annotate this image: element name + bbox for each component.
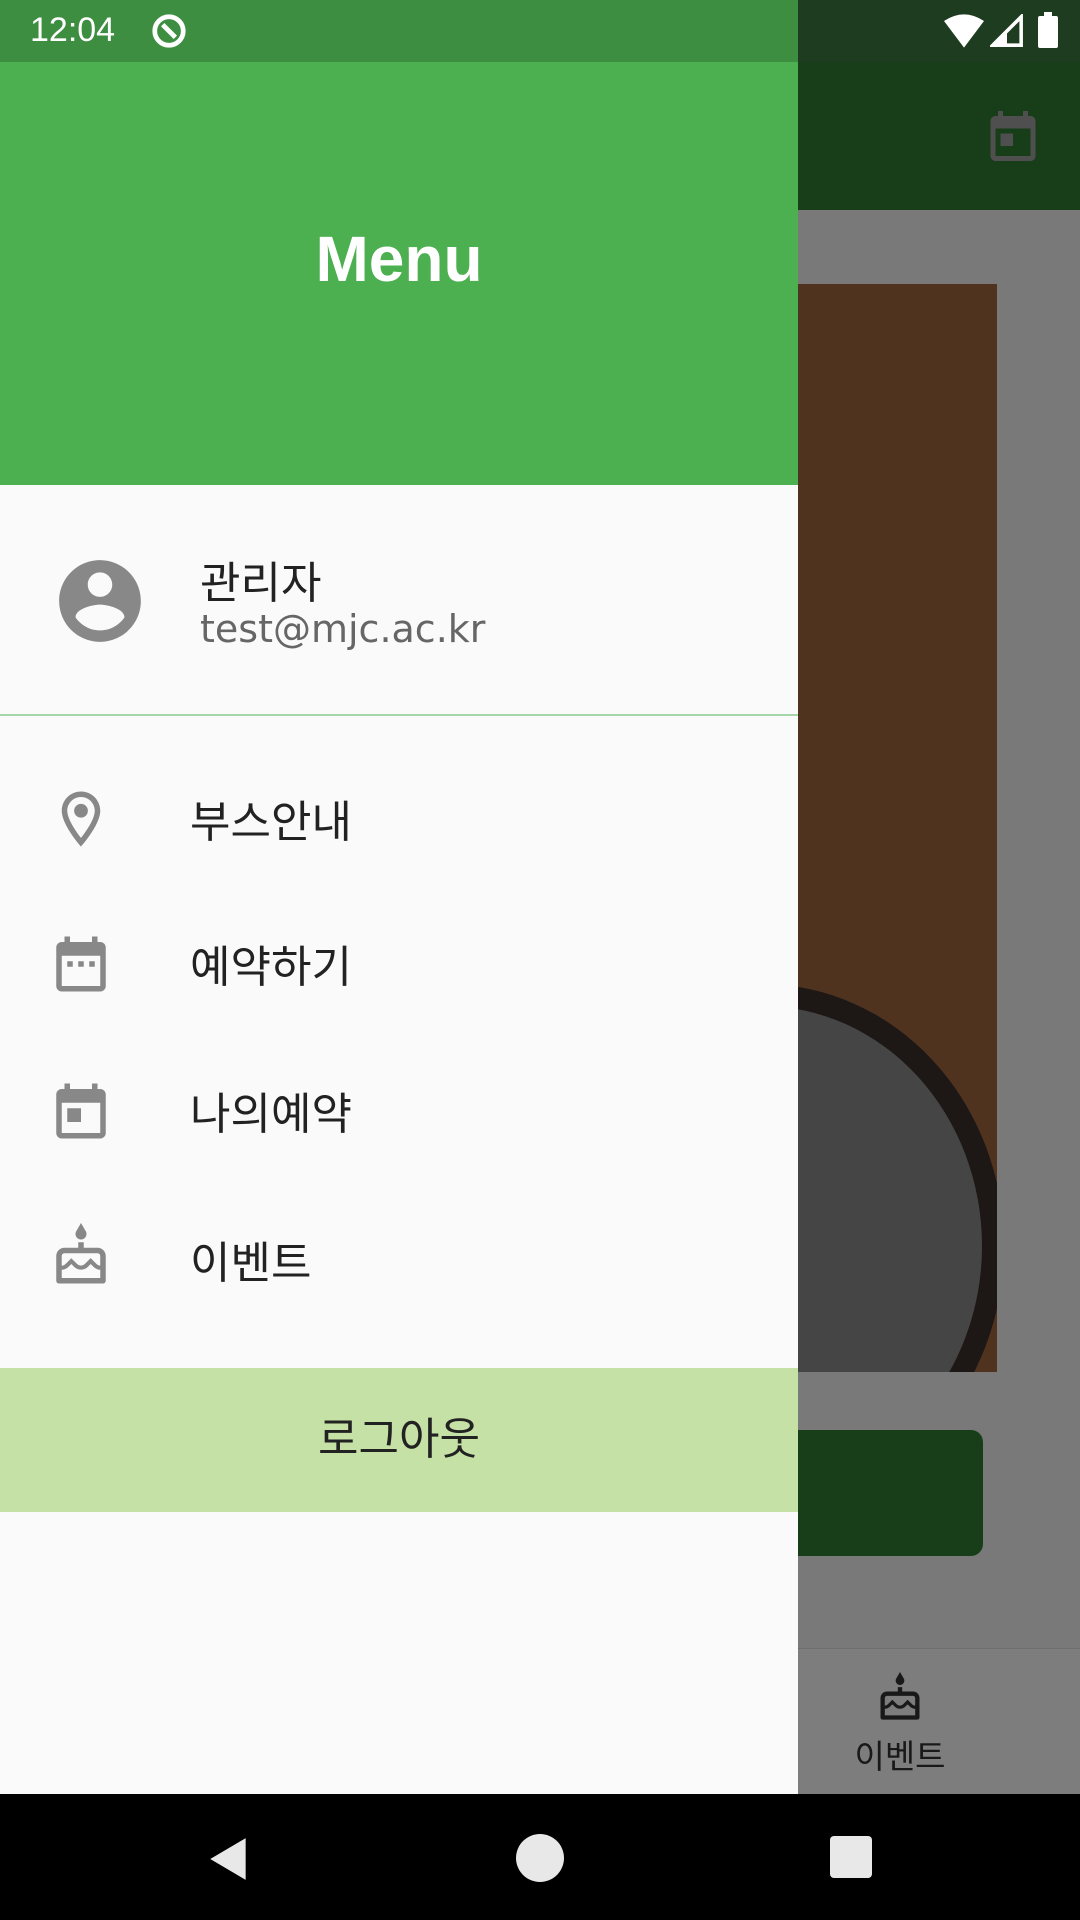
account-circle-icon [59,560,141,642]
menu-item-event[interactable]: 이벤트 [0,1185,798,1331]
back-icon[interactable] [204,1834,254,1884]
menu-item-label: 예약하기 [190,942,352,993]
calendar-event-icon [56,1083,106,1139]
menu-item-reserve[interactable]: 예약하기 [0,891,798,1037]
menu-item-label: 이벤트 [190,1238,312,1289]
logout-label: 로그아웃 [318,1415,480,1464]
drawer-header: Menu [0,62,798,485]
signal-icon [990,14,1023,47]
profile-name: 관리자 [200,558,322,609]
menu-item-booth-guide[interactable]: 부스안내 [0,744,798,890]
profile-email: test@mjc.ac.kr [200,607,486,651]
app-notification-icon [152,14,186,48]
cake-icon [56,1223,106,1284]
battery-icon [1038,12,1058,48]
status-time: 12:04 [30,11,116,49]
recent-apps-icon[interactable] [830,1836,872,1878]
logout-button[interactable]: 로그아웃 [0,1368,798,1512]
calendar-icon [56,936,106,992]
menu-item-label: 부스안내 [190,797,352,848]
menu-item-my-reservation[interactable]: 나의예약 [0,1038,798,1184]
menu-item-label: 나의예약 [190,1089,352,1140]
location-pin-icon [61,791,101,847]
wifi-icon [944,14,984,48]
navigation-drawer: Menu 관리자 test@mjc.ac.kr 부스안내 예약하기 나의예약 이… [0,62,798,1794]
home-icon[interactable] [516,1834,564,1882]
profile-divider [0,714,798,716]
drawer-title: Menu [315,223,483,295]
status-bar-left [0,0,798,62]
